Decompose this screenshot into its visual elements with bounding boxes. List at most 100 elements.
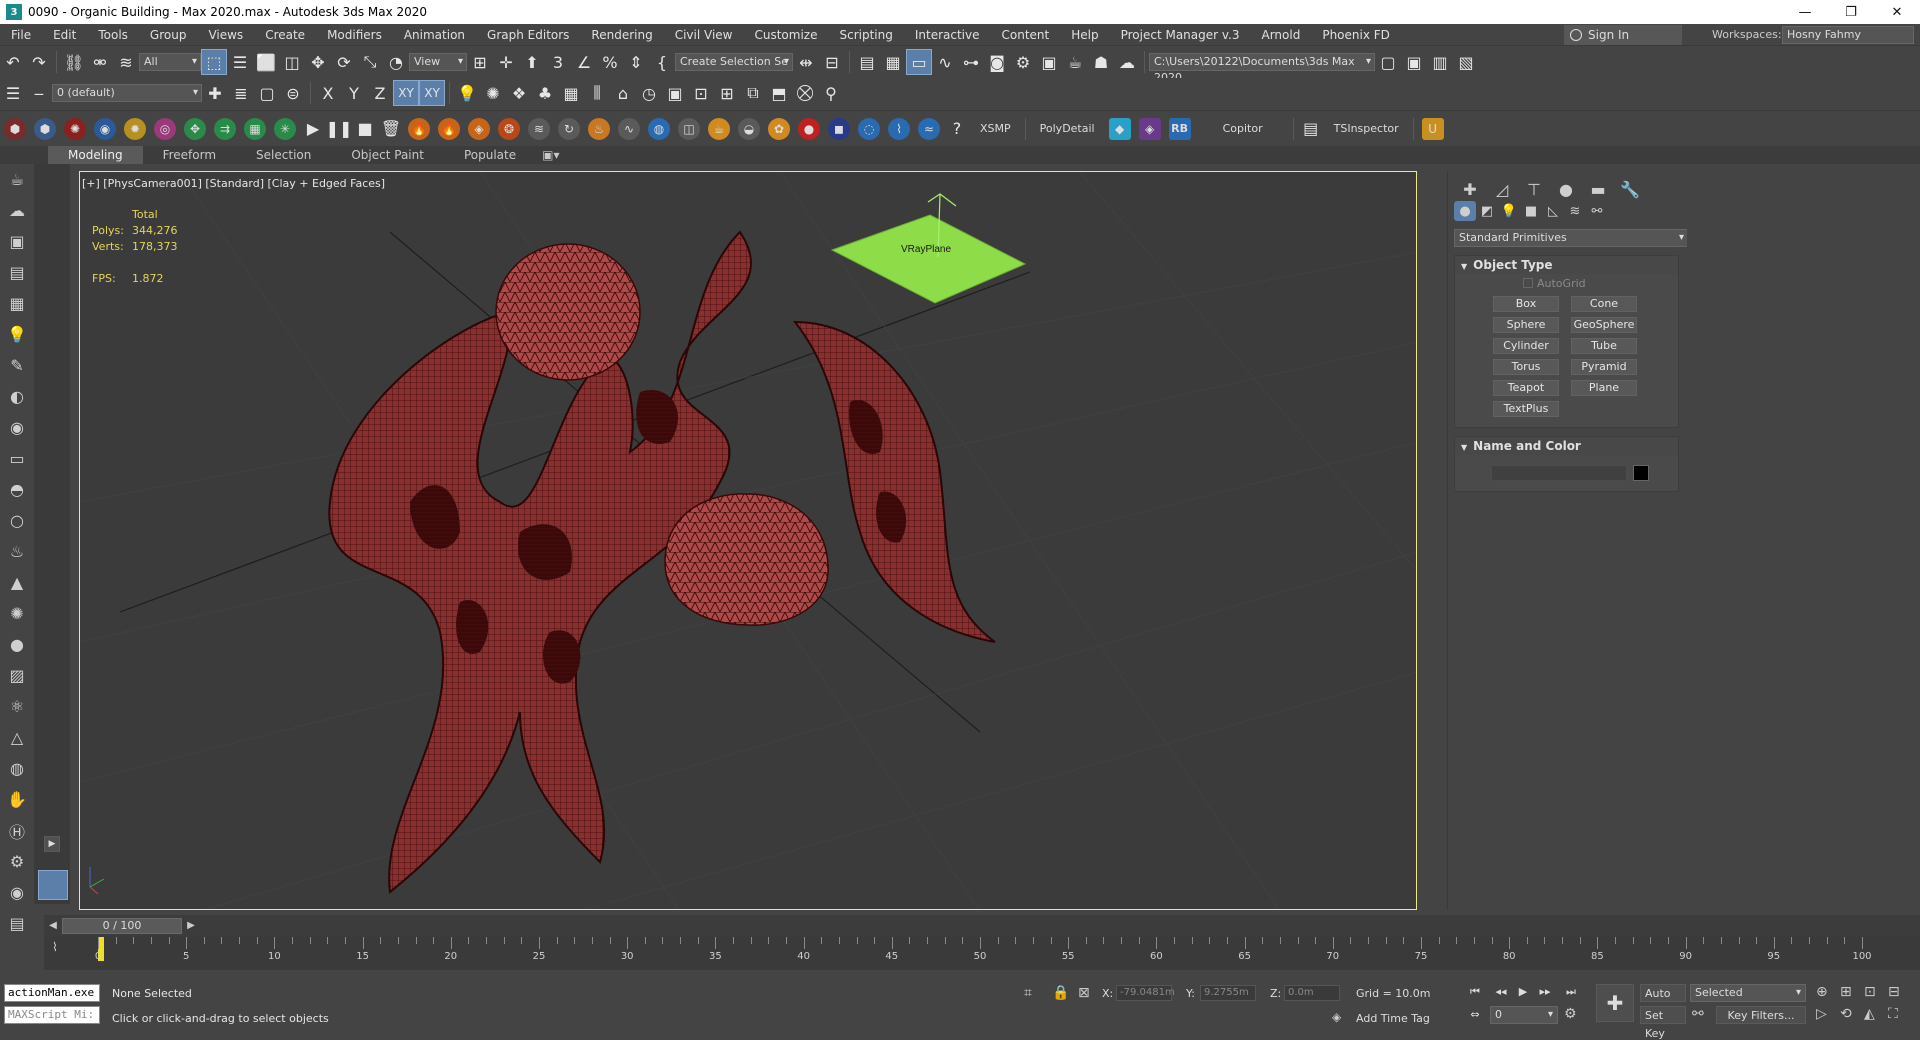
swirl-icon[interactable]: ↻ bbox=[558, 117, 580, 140]
helpers-icon[interactable]: ◺ bbox=[1542, 201, 1564, 221]
fire-particles-icon[interactable]: ❂ bbox=[498, 117, 520, 140]
ribbon-toggle-icon[interactable]: ▭ bbox=[906, 49, 932, 75]
undo-icon[interactable]: ↶ bbox=[0, 49, 26, 75]
object-name-input[interactable] bbox=[1491, 465, 1627, 481]
cube-cyan-icon[interactable]: ◆ bbox=[1108, 117, 1131, 140]
project-path-dropdown[interactable]: C:\Users\20122\Documents\3ds Max 2020 bbox=[1149, 53, 1375, 84]
group-icon[interactable]: ⧉ bbox=[740, 80, 766, 106]
fov-icon[interactable]: ◭ bbox=[1864, 1006, 1875, 1022]
fire-grid-icon[interactable]: 🔥 bbox=[438, 117, 460, 140]
select-by-name-icon[interactable]: ☰ bbox=[227, 49, 253, 75]
next-frame-icon[interactable]: ▶ bbox=[184, 918, 198, 934]
sun-small-icon[interactable]: ✺ bbox=[0, 598, 34, 629]
motion-tab-icon[interactable]: ● bbox=[1550, 179, 1582, 199]
object-type-header[interactable]: ▼ Object Type bbox=[1455, 256, 1678, 274]
box-icon[interactable]: ⬒ bbox=[766, 80, 792, 106]
vray-plane[interactable] bbox=[830, 214, 1027, 304]
geometry-icon[interactable]: ● bbox=[1454, 201, 1476, 221]
workspaces-dropdown[interactable]: Hosny Fahmy bbox=[1782, 26, 1914, 44]
play-icon[interactable]: ▶ bbox=[300, 116, 326, 142]
forest-icon[interactable]: ♣ bbox=[532, 80, 558, 106]
align-icon[interactable]: ⊟ bbox=[819, 49, 845, 75]
move-icon[interactable]: ✥ bbox=[305, 49, 331, 75]
x-coordinate-field[interactable]: -79.0481m bbox=[1116, 985, 1175, 1001]
layer-manager-icon[interactable]: ☰ bbox=[0, 80, 26, 106]
maxscript-mini-listener[interactable]: MAXScript Mi: bbox=[4, 1006, 100, 1024]
close-button[interactable]: ✕ bbox=[1874, 0, 1920, 24]
frame-icon[interactable]: ⊡ bbox=[688, 80, 714, 106]
spacewarps-icon[interactable]: ≋ bbox=[1564, 201, 1586, 221]
sphere-pink-icon[interactable]: ◎ bbox=[154, 117, 176, 140]
keyboard-shortcut-icon[interactable]: ⬆ bbox=[519, 49, 545, 75]
menu-content[interactable]: Content bbox=[991, 24, 1061, 46]
orb-icon[interactable]: ◉ bbox=[0, 877, 34, 908]
ribbon-options-icon[interactable]: ▣▾ bbox=[536, 146, 565, 164]
polydetail-button[interactable]: PolyDetail bbox=[1030, 122, 1105, 135]
project-folder-icon[interactable]: ▢ bbox=[1375, 49, 1401, 75]
stop-icon[interactable]: ■ bbox=[352, 116, 378, 142]
scale-icon[interactable]: ⤡ bbox=[357, 49, 383, 75]
pool-icon[interactable]: ⌇ bbox=[888, 117, 910, 140]
hemisphere-icon[interactable]: ◓ bbox=[0, 474, 34, 505]
link-icon[interactable]: ⛓ bbox=[61, 49, 87, 75]
grid-green-icon[interactable]: ▦ bbox=[244, 117, 266, 140]
frame2-icon[interactable]: ⊞ bbox=[714, 80, 740, 106]
key-mode-icon[interactable]: ⇔ bbox=[1466, 1008, 1484, 1024]
menu-rendering[interactable]: Rendering bbox=[580, 24, 663, 46]
select-manipulate-icon[interactable]: ✛ bbox=[493, 49, 519, 75]
menu-project-manager[interactable]: Project Manager v.3 bbox=[1110, 24, 1251, 46]
unlink-icon[interactable]: ⚮ bbox=[87, 49, 113, 75]
maxscript-listener[interactable]: actionMan.exe bbox=[4, 984, 100, 1002]
name-color-header[interactable]: ▼ Name and Color bbox=[1455, 437, 1678, 455]
menu-phoenix-fd[interactable]: Phoenix FD bbox=[1311, 24, 1401, 46]
pyramid-button[interactable]: Pyramid bbox=[1571, 359, 1637, 375]
menu-edit[interactable]: Edit bbox=[42, 24, 87, 46]
auto-key-button[interactable]: Auto Key bbox=[1640, 984, 1686, 1018]
pot-icon[interactable]: ♨ bbox=[0, 536, 34, 567]
layer-stack-icon[interactable]: ≣ bbox=[228, 80, 254, 106]
shield-icon[interactable]: U bbox=[1421, 117, 1444, 140]
menu-scripting[interactable]: Scripting bbox=[828, 24, 903, 46]
cylinder-button[interactable]: Cylinder bbox=[1493, 338, 1559, 354]
eye-icon[interactable]: ◈ bbox=[1138, 117, 1161, 140]
go-to-start-icon[interactable]: ⏮ bbox=[1466, 985, 1484, 1001]
menu-create[interactable]: Create bbox=[254, 24, 316, 46]
add-time-tag[interactable]: Add Time Tag bbox=[1356, 1012, 1430, 1025]
viewport-layout-button[interactable] bbox=[38, 870, 68, 900]
cup-icon[interactable]: ☕ bbox=[708, 117, 730, 140]
wind-icon[interactable]: ≋ bbox=[528, 117, 550, 140]
zoom-icon[interactable]: ⊕ bbox=[1816, 984, 1828, 1000]
railclone-icon[interactable]: ⫼ bbox=[584, 80, 610, 106]
z-coordinate-field[interactable]: 0.0m bbox=[1284, 985, 1340, 1001]
restore-button[interactable]: ❐ bbox=[1828, 0, 1874, 24]
inspector-icon[interactable]: ▤ bbox=[1298, 116, 1324, 142]
textplus-button[interactable]: TextPlus bbox=[1493, 401, 1559, 417]
project-save-icon[interactable]: ▥ bbox=[1427, 49, 1453, 75]
fire-liquid-icon[interactable]: ◈ bbox=[468, 117, 490, 140]
grid-icon[interactable]: ▦ bbox=[558, 80, 584, 106]
project-open-icon[interactable]: ▣ bbox=[1401, 49, 1427, 75]
pan-icon[interactable]: ▷ bbox=[1816, 1006, 1827, 1022]
cloud-icon[interactable]: ☁ bbox=[0, 195, 34, 226]
splash-icon[interactable]: ✿ bbox=[768, 117, 790, 140]
track-bar[interactable]: 0 5 10 15 20 25 30 35 40 45 50 55 60 65 70 75 80 85 90 95 10… bbox=[44, 937, 1920, 970]
window-crossing-icon[interactable]: ◫ bbox=[279, 49, 305, 75]
box-button[interactable]: Box bbox=[1493, 296, 1559, 312]
spinner-snap-icon[interactable]: ⇕ bbox=[623, 49, 649, 75]
plane-button[interactable]: Plane bbox=[1571, 380, 1637, 396]
material-editor-icon[interactable]: ◙ bbox=[984, 49, 1010, 75]
viewport[interactable]: VRayPlane bbox=[79, 171, 1417, 910]
menu-civil-view[interactable]: Civil View bbox=[664, 24, 744, 46]
zoom-extents-icon[interactable]: ⊡ bbox=[1864, 984, 1876, 1000]
selection-filter-dropdown[interactable]: All bbox=[139, 53, 201, 71]
menu-help[interactable]: Help bbox=[1060, 24, 1109, 46]
minimize-button[interactable]: — bbox=[1782, 0, 1828, 24]
film-icon[interactable]: ◉ bbox=[0, 412, 34, 443]
hand-icon[interactable]: ✋ bbox=[0, 784, 34, 815]
redo-icon[interactable]: ↷ bbox=[26, 49, 52, 75]
layer-settings-icon[interactable]: ⊜ bbox=[280, 80, 306, 106]
tab-freeform[interactable]: Freeform bbox=[143, 146, 236, 164]
xsmp-button[interactable]: XSMP bbox=[970, 122, 1021, 135]
mesher-icon[interactable]: ◫ bbox=[678, 117, 700, 140]
vortex-icon[interactable]: ◌ bbox=[858, 117, 880, 140]
